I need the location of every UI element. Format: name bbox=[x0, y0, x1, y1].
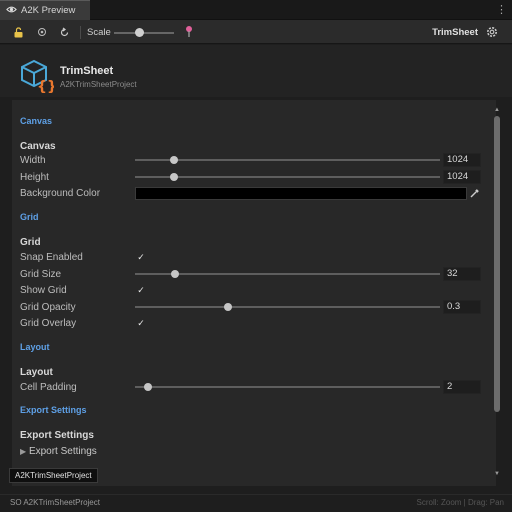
scrollbar-thumb[interactable] bbox=[494, 116, 500, 412]
grid-size-slider-handle[interactable] bbox=[171, 270, 179, 278]
height-field[interactable]: 1024 bbox=[443, 170, 481, 184]
page-subtitle: A2KTrimSheetProject bbox=[60, 80, 137, 89]
grid-size-label: Grid Size bbox=[20, 269, 62, 280]
grid-size-slider[interactable] bbox=[135, 273, 440, 275]
scale-slider[interactable] bbox=[114, 32, 174, 34]
grid-opacity-slider-handle[interactable] bbox=[224, 303, 232, 311]
export-settings-foldout[interactable]: ▶ Export Settings bbox=[20, 446, 97, 457]
section-header-export-settings[interactable]: Export Settings bbox=[20, 405, 87, 415]
show-grid-label: Show Grid bbox=[20, 285, 67, 296]
unlock-icon[interactable] bbox=[12, 26, 24, 38]
scale-label: Scale bbox=[87, 27, 111, 38]
toolbar: Scale TrimSheet bbox=[0, 20, 512, 44]
inspector-header: {} TrimSheet A2KTrimSheetProject bbox=[0, 45, 512, 97]
record-icon[interactable] bbox=[36, 26, 48, 38]
status-bar: SO A2KTrimSheetProject Scroll: Zoom | Dr… bbox=[0, 494, 512, 512]
trimsheet-logo-icon: {} bbox=[20, 59, 57, 95]
cell-padding-label: Cell Padding bbox=[20, 382, 77, 393]
section-header-canvas[interactable]: Canvas bbox=[20, 116, 52, 126]
grid-opacity-slider[interactable] bbox=[135, 306, 440, 308]
cell-padding-field[interactable]: 2 bbox=[443, 380, 481, 394]
section-header-grid[interactable]: Grid bbox=[20, 212, 39, 222]
group-title-layout: Layout bbox=[20, 367, 53, 378]
section-header-layout[interactable]: Layout bbox=[20, 342, 50, 352]
width-label: Width bbox=[20, 155, 46, 166]
eyedropper-icon[interactable] bbox=[470, 188, 480, 201]
cell-padding-slider-handle[interactable] bbox=[144, 383, 152, 391]
width-slider-handle[interactable] bbox=[170, 156, 178, 164]
show-grid-checkbox[interactable]: ✓ bbox=[136, 285, 146, 295]
svg-text:{}: {} bbox=[37, 79, 54, 93]
status-hint: Scroll: Zoom | Drag: Pan bbox=[416, 498, 504, 507]
foldout-label: Export Settings bbox=[28, 446, 97, 457]
width-slider[interactable] bbox=[135, 159, 440, 161]
background-color-field[interactable] bbox=[135, 187, 467, 200]
grid-size-field[interactable]: 32 bbox=[443, 267, 481, 281]
eye-icon bbox=[6, 4, 17, 18]
grid-opacity-field[interactable]: 0.3 bbox=[443, 300, 481, 314]
status-asset-path: SO A2KTrimSheetProject bbox=[10, 498, 100, 507]
group-title-grid: Grid bbox=[20, 237, 41, 248]
scroll-down-icon[interactable]: ▼ bbox=[493, 470, 501, 478]
group-title-canvas: Canvas bbox=[20, 141, 56, 152]
tab-label: A2K Preview bbox=[21, 5, 76, 16]
gear-icon[interactable] bbox=[486, 26, 498, 41]
inspector-panel bbox=[12, 100, 496, 486]
width-field[interactable]: 1024 bbox=[443, 153, 481, 167]
scale-slider-handle[interactable] bbox=[135, 28, 144, 37]
snap-enabled-label: Snap Enabled bbox=[20, 252, 83, 263]
cell-padding-slider[interactable] bbox=[135, 386, 440, 388]
grid-overlay-checkbox[interactable]: ✓ bbox=[136, 318, 146, 328]
foldout-arrow-icon: ▶ bbox=[20, 447, 27, 456]
toolbar-separator bbox=[80, 26, 81, 39]
more-options-icon[interactable]: ⋮ bbox=[496, 3, 507, 16]
snap-enabled-checkbox[interactable]: ✓ bbox=[136, 252, 146, 262]
tab-a2k-preview[interactable]: A2K Preview bbox=[0, 0, 90, 20]
height-slider[interactable] bbox=[135, 176, 440, 178]
height-slider-handle[interactable] bbox=[170, 173, 178, 181]
document-title: TrimSheet bbox=[432, 27, 478, 38]
vertical-scrollbar[interactable]: ▲ ▼ bbox=[493, 106, 501, 478]
background-color-label: Background Color bbox=[20, 188, 101, 199]
scroll-up-icon[interactable]: ▲ bbox=[493, 106, 501, 114]
tooltip: A2KTrimSheetProject bbox=[9, 468, 98, 483]
group-title-export-settings: Export Settings bbox=[20, 430, 94, 441]
grid-overlay-label: Grid Overlay bbox=[20, 318, 77, 329]
reset-icon[interactable] bbox=[58, 26, 70, 38]
pin-icon[interactable] bbox=[184, 25, 194, 42]
page-title: TrimSheet bbox=[60, 65, 114, 77]
tab-bar: A2K Preview ⋮ bbox=[0, 0, 512, 20]
height-label: Height bbox=[20, 172, 49, 183]
grid-opacity-label: Grid Opacity bbox=[20, 302, 76, 313]
